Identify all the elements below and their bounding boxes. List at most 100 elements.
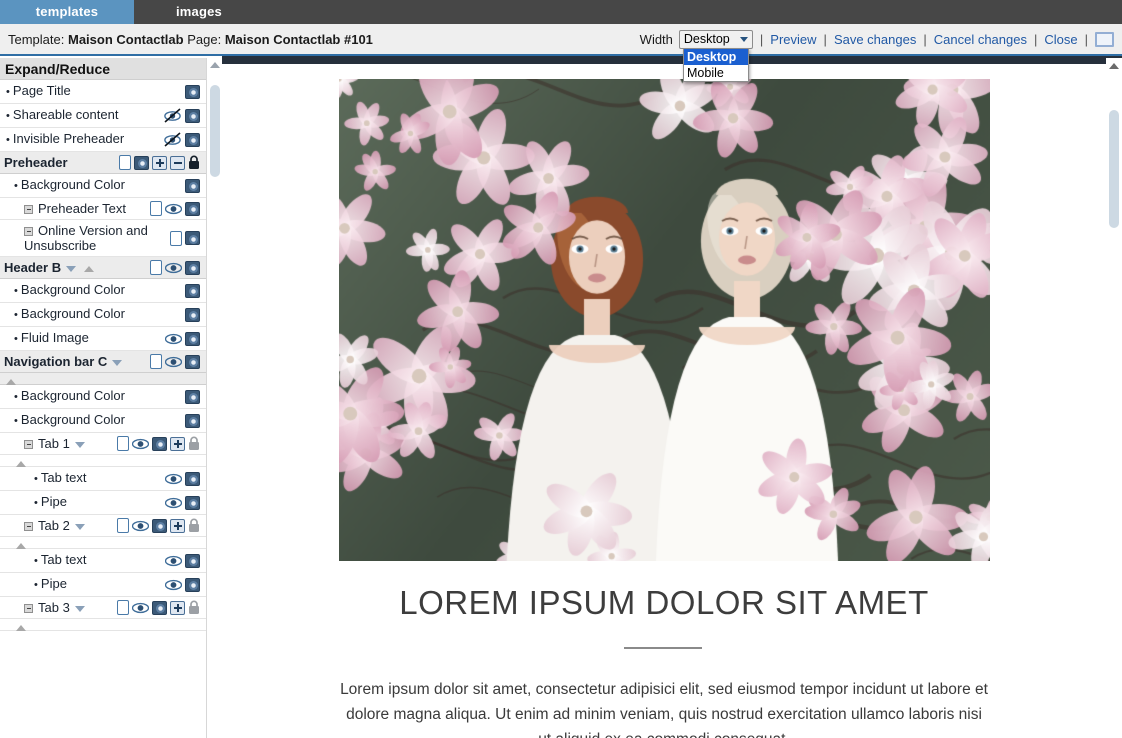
eye-icon[interactable] xyxy=(165,579,182,591)
mobile-device-icon[interactable] xyxy=(117,436,129,451)
sidebar-item-row[interactable]: • Pipe xyxy=(0,491,206,515)
chevron-up-icon[interactable] xyxy=(16,460,26,467)
lock-icon[interactable] xyxy=(188,155,200,170)
mobile-device-icon[interactable] xyxy=(150,354,162,369)
restore-window-button[interactable] xyxy=(1095,31,1114,47)
gear-icon[interactable] xyxy=(152,436,167,451)
eye-icon[interactable] xyxy=(165,473,182,485)
gear-icon[interactable] xyxy=(185,495,200,510)
gear-icon[interactable] xyxy=(185,132,200,147)
sidebar-item-row[interactable]: • Background Color xyxy=(0,303,206,327)
sidebar-item-row[interactable]: • Shareable content xyxy=(0,104,206,128)
scroll-up-arrow-icon[interactable] xyxy=(210,62,220,68)
expand-plus-icon[interactable] xyxy=(170,436,185,451)
gear-icon[interactable] xyxy=(185,231,200,245)
sidebar-item-row[interactable]: • Background Color xyxy=(0,174,206,198)
chevron-down-icon[interactable] xyxy=(74,523,85,530)
mobile-device-icon[interactable] xyxy=(117,518,129,533)
sidebar-item-row[interactable]: Preheader Text xyxy=(0,198,206,220)
chevron-down-icon[interactable] xyxy=(74,441,85,448)
gear-icon[interactable] xyxy=(185,389,200,404)
gear-icon[interactable] xyxy=(185,471,200,486)
hero-image[interactable] xyxy=(339,79,990,561)
gear-icon[interactable] xyxy=(185,354,200,369)
eye-icon[interactable] xyxy=(165,497,182,509)
item-collapse-up-row[interactable] xyxy=(0,619,206,631)
chevron-down-icon[interactable] xyxy=(112,359,123,366)
canvas-scrollbar[interactable] xyxy=(1106,58,1122,738)
chevron-up-icon[interactable] xyxy=(6,378,16,385)
width-option-mobile[interactable]: Mobile xyxy=(684,65,748,81)
chevron-up-icon[interactable] xyxy=(16,542,26,549)
sidebar-item-row[interactable]: • Pipe xyxy=(0,573,206,597)
sidebar-item-row[interactable]: • Background Color xyxy=(0,385,206,409)
collapse-toggle-icon[interactable] xyxy=(24,440,33,450)
eye-off-icon[interactable] xyxy=(163,108,182,123)
collapse-toggle-icon[interactable] xyxy=(24,522,33,532)
lock-icon[interactable] xyxy=(188,436,200,451)
section-collapse-up-row[interactable] xyxy=(0,373,206,385)
sidebar-item-row[interactable]: Tab 2 xyxy=(0,515,206,537)
sidebar-item-row[interactable]: • Page Title xyxy=(0,80,206,104)
sidebar-section-row[interactable]: Header B xyxy=(0,257,206,279)
chevron-up-icon[interactable] xyxy=(84,265,95,272)
collapse-toggle-icon[interactable] xyxy=(24,205,33,215)
gear-icon[interactable] xyxy=(185,331,200,346)
canvas-scrollbar-thumb[interactable] xyxy=(1109,110,1119,228)
mobile-device-icon[interactable] xyxy=(150,201,162,216)
gear-icon[interactable] xyxy=(185,84,200,99)
sidebar-item-row[interactable]: • Background Color xyxy=(0,279,206,303)
cancel-changes-link[interactable]: Cancel changes xyxy=(934,32,1027,47)
chevron-up-icon[interactable] xyxy=(16,624,26,631)
chevron-down-icon[interactable] xyxy=(66,265,77,272)
gear-icon[interactable] xyxy=(185,108,200,123)
eye-icon[interactable] xyxy=(165,262,182,274)
mobile-device-icon[interactable] xyxy=(150,260,162,275)
tab-templates[interactable]: templates xyxy=(0,0,134,24)
sidebar-item-row[interactable]: • Background Color xyxy=(0,409,206,433)
expand-plus-icon[interactable] xyxy=(170,518,185,533)
sidebar-section-row[interactable]: Navigation bar C xyxy=(0,351,206,373)
item-collapse-up-row[interactable] xyxy=(0,537,206,549)
sidebar-item-row[interactable]: Tab 1 xyxy=(0,433,206,455)
sidebar-item-row[interactable]: • Fluid Image xyxy=(0,327,206,351)
lock-icon[interactable] xyxy=(188,600,200,615)
gear-icon[interactable] xyxy=(152,600,167,615)
width-select-dropdown[interactable]: Desktop Mobile xyxy=(683,48,749,82)
sidebar-item-row[interactable]: Online Version and Unsubscribe xyxy=(0,220,206,257)
eye-icon[interactable] xyxy=(165,333,182,345)
gear-icon[interactable] xyxy=(185,283,200,298)
collapse-minus-icon[interactable] xyxy=(170,155,185,170)
sidebar-section-row[interactable]: Preheader xyxy=(0,152,206,174)
gear-icon[interactable] xyxy=(134,155,149,170)
canvas-scroll-up-arrow-icon[interactable] xyxy=(1109,63,1119,69)
mobile-device-icon[interactable] xyxy=(117,600,129,615)
mobile-device-icon[interactable] xyxy=(119,155,131,170)
eye-icon[interactable] xyxy=(132,602,149,614)
gear-icon[interactable] xyxy=(185,413,200,428)
gear-icon[interactable] xyxy=(185,201,200,216)
save-changes-link[interactable]: Save changes xyxy=(834,32,916,47)
sidebar-item-row[interactable]: • Invisible Preheader xyxy=(0,128,206,152)
preview-link[interactable]: Preview xyxy=(770,32,816,47)
sidebar-item-row[interactable]: Tab 3 xyxy=(0,597,206,619)
eye-off-icon[interactable] xyxy=(163,132,182,147)
sidebar-item-row[interactable]: • Tab text xyxy=(0,467,206,491)
expand-plus-icon[interactable] xyxy=(152,155,167,170)
gear-icon[interactable] xyxy=(185,260,200,275)
close-link[interactable]: Close xyxy=(1044,32,1077,47)
eye-icon[interactable] xyxy=(165,356,182,368)
lock-icon[interactable] xyxy=(188,518,200,533)
eye-icon[interactable] xyxy=(132,438,149,450)
collapse-toggle-icon[interactable] xyxy=(24,604,33,614)
eye-icon[interactable] xyxy=(165,555,182,567)
chevron-down-icon[interactable] xyxy=(74,605,85,612)
width-option-desktop[interactable]: Desktop xyxy=(684,49,748,65)
gear-icon[interactable] xyxy=(185,178,200,193)
width-select[interactable]: Desktop xyxy=(678,29,753,49)
eye-icon[interactable] xyxy=(132,520,149,532)
gear-icon[interactable] xyxy=(185,553,200,568)
expand-plus-icon[interactable] xyxy=(170,600,185,615)
sidebar-item-row[interactable]: • Tab text xyxy=(0,549,206,573)
tab-images[interactable]: images xyxy=(134,0,264,24)
